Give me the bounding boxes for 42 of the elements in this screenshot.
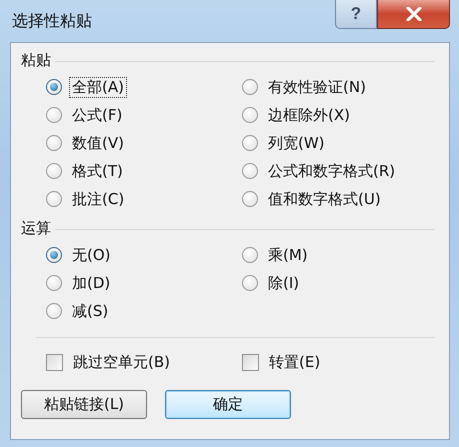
option-label: 数值(V) <box>71 132 125 154</box>
group-heading: 粘贴 <box>21 50 51 70</box>
option-label: 减(S) <box>71 300 110 322</box>
option-label: 除(I) <box>267 272 300 294</box>
checkbox-label: 转置(E) <box>268 352 322 372</box>
option-label: 加(D) <box>71 272 112 294</box>
option-label: 公式(F) <box>71 104 124 126</box>
radio-button[interactable] <box>46 247 62 263</box>
option-label: 全部(A) <box>69 76 127 98</box>
group-heading: 运算 <box>21 218 51 238</box>
help-button[interactable]: ? <box>335 0 377 29</box>
dialog-button[interactable]: 粘贴链接(L) <box>21 390 147 419</box>
option-label: 列宽(W) <box>267 132 326 154</box>
option-label: 格式(T) <box>71 160 124 182</box>
radio-button[interactable] <box>46 191 62 207</box>
dialog-button[interactable]: 确定 <box>165 390 291 419</box>
radio-button[interactable] <box>242 275 258 291</box>
radio-button[interactable] <box>242 163 258 179</box>
radio-button[interactable] <box>46 163 62 179</box>
radio-button[interactable] <box>46 275 62 291</box>
radio-button[interactable] <box>46 135 62 151</box>
checkbox[interactable] <box>242 354 259 370</box>
radio-button[interactable] <box>242 191 258 207</box>
option-label: 无(O) <box>71 244 112 266</box>
option-label: 批注(C) <box>71 188 126 210</box>
radio-button[interactable] <box>242 79 258 95</box>
radio-button[interactable] <box>242 107 258 123</box>
option-label: 有效性验证(N) <box>267 76 367 98</box>
radio-button[interactable] <box>242 247 258 263</box>
radio-button[interactable] <box>46 303 62 319</box>
radio-button[interactable] <box>46 79 62 95</box>
option-label: 乘(M) <box>267 244 309 266</box>
radio-button[interactable] <box>46 107 62 123</box>
close-icon <box>406 7 422 21</box>
window-title: 选择性粘贴 <box>12 11 92 32</box>
checkbox[interactable] <box>46 354 63 370</box>
option-label: 公式和数字格式(R) <box>267 160 396 182</box>
option-label: 值和数字格式(U) <box>267 188 382 210</box>
close-button[interactable] <box>377 0 450 29</box>
checkbox-label: 跳过空单元(B) <box>72 352 171 372</box>
option-label: 边框除外(X) <box>267 104 351 126</box>
radio-button[interactable] <box>242 135 258 151</box>
